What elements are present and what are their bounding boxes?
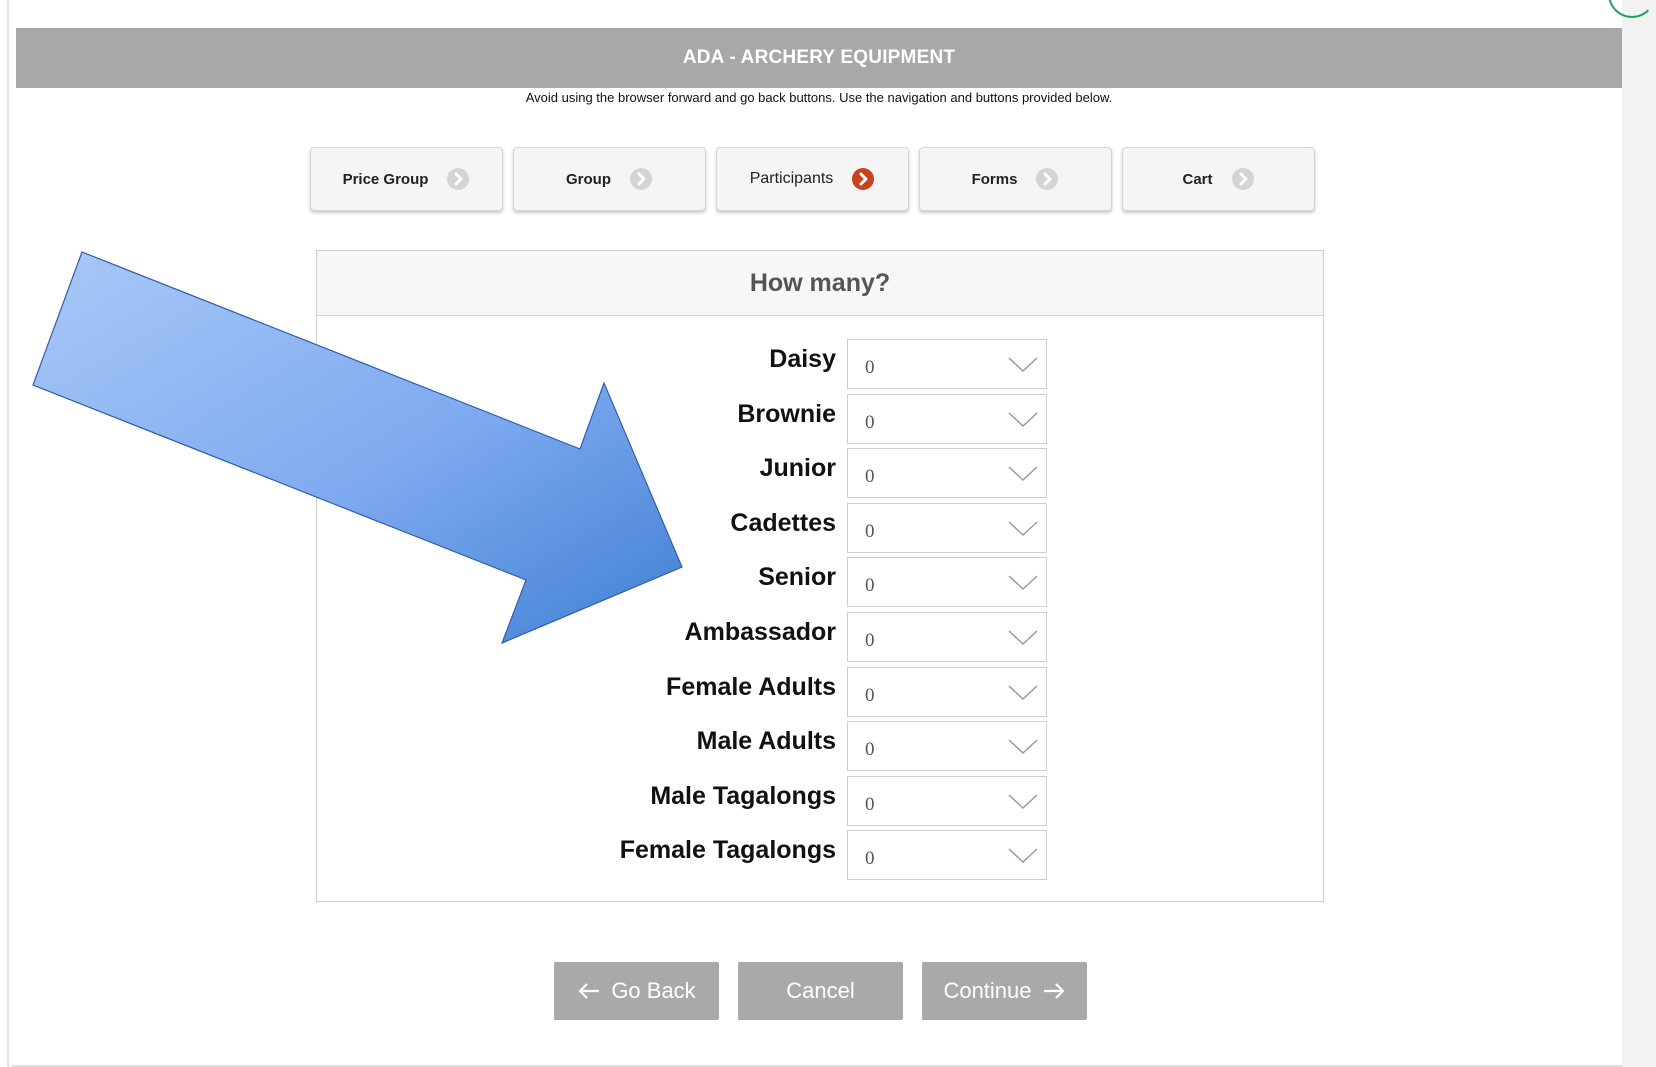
page-header: ADA - ARCHERY EQUIPMENT [16, 28, 1622, 88]
row-label: Male Adults [696, 727, 836, 756]
row-label: Senior [758, 563, 836, 592]
arrow-left-icon [578, 983, 600, 999]
go-back-label: Go Back [611, 978, 696, 1003]
quantity-select-senior[interactable]: 0 [847, 557, 1047, 608]
form-actions: Go Back Cancel Continue [554, 962, 1087, 1020]
step-label: Forms [971, 170, 1018, 188]
select-value: 0 [865, 520, 875, 542]
select-value: 0 [865, 629, 875, 651]
row-label: Ambassador [684, 617, 836, 646]
chevron-circle-right-icon [1036, 168, 1059, 190]
participant-row-cadettes: Cadettes 0 [317, 502, 1323, 558]
chevron-down-icon [1008, 685, 1038, 700]
chevron-circle-right-icon [447, 168, 470, 190]
row-label: Female Adults [666, 672, 836, 701]
quantity-select-junior[interactable]: 0 [847, 448, 1047, 499]
step-label: Price Group [342, 170, 429, 188]
step-price-group[interactable]: Price Group [310, 147, 503, 211]
step-cart[interactable]: Cart [1122, 147, 1315, 211]
participant-row-ambassador: Ambassador 0 [317, 611, 1323, 667]
step-label: Cart [1182, 170, 1213, 188]
chevron-circle-right-icon [630, 168, 652, 190]
step-participants[interactable]: Participants [716, 147, 909, 211]
quantity-select-ambassador[interactable]: 0 [847, 611, 1047, 662]
row-label: Cadettes [730, 508, 836, 537]
participant-rows: Daisy 0 Brownie 0 Junior 0 Cadettes 0 Se… [317, 339, 1323, 885]
continue-button[interactable]: Continue [922, 962, 1087, 1020]
participant-row-daisy: Daisy 0 [317, 339, 1323, 394]
participant-row-junior: Junior 0 [317, 448, 1323, 503]
cancel-label: Cancel [786, 978, 855, 1003]
participant-row-male-tagalongs: Male Tagalongs 0 [317, 775, 1323, 831]
chevron-down-icon [1008, 739, 1038, 755]
select-value: 0 [865, 684, 875, 706]
select-value: 0 [865, 575, 875, 597]
select-value: 0 [865, 848, 875, 870]
quantity-select-cadettes[interactable]: 0 [847, 502, 1047, 553]
participant-row-senior: Senior 0 [317, 557, 1323, 612]
quantity-panel: How many? Daisy 0 Brownie 0 Junior 0 Cad… [316, 250, 1324, 902]
right-scroll-gutter[interactable] [1622, 0, 1656, 1067]
chevron-down-icon [1008, 357, 1038, 373]
cancel-button[interactable]: Cancel [738, 962, 903, 1020]
select-value: 0 [865, 466, 875, 488]
participant-row-female-adults: Female Adults 0 [317, 666, 1323, 722]
quantity-select-daisy[interactable]: 0 [847, 339, 1047, 389]
quantity-select-female-tagalongs[interactable]: 0 [847, 830, 1047, 881]
participant-row-male-adults: Male Adults 0 [317, 721, 1323, 776]
select-value: 0 [865, 793, 875, 815]
quantity-select-female-adults[interactable]: 0 [847, 666, 1047, 717]
continue-label: Continue [943, 978, 1032, 1003]
chevron-down-icon [1008, 794, 1038, 809]
chevron-down-icon [1008, 630, 1038, 645]
select-value: 0 [865, 357, 875, 378]
participant-row-brownie: Brownie 0 [317, 393, 1323, 449]
chevron-circle-right-icon [852, 168, 875, 190]
go-back-button[interactable]: Go Back [554, 962, 719, 1020]
row-label: Female Tagalongs [619, 836, 836, 865]
page-title: ADA - ARCHERY EQUIPMENT [682, 47, 956, 68]
chevron-down-icon [1008, 412, 1038, 427]
chevron-circle-right-icon [1231, 168, 1254, 190]
row-label: Male Tagalongs [650, 781, 836, 810]
chevron-down-icon [1008, 466, 1038, 482]
step-navigation: Price Group Group Participants Forms Car… [310, 147, 1315, 211]
chevron-down-icon [1008, 848, 1038, 864]
select-value: 0 [865, 739, 875, 761]
step-forms[interactable]: Forms [919, 147, 1112, 211]
row-label: Junior [759, 454, 836, 483]
left-border [7, 0, 9, 1067]
step-label: Participants [749, 170, 834, 187]
row-label: Daisy [769, 345, 836, 373]
panel-title: How many? [317, 251, 1323, 316]
select-value: 0 [865, 411, 875, 433]
chevron-down-icon [1008, 521, 1038, 536]
participant-row-female-tagalongs: Female Tagalongs 0 [317, 830, 1323, 885]
quantity-select-male-adults[interactable]: 0 [847, 721, 1047, 772]
step-group[interactable]: Group [513, 147, 706, 211]
quantity-select-male-tagalongs[interactable]: 0 [847, 775, 1047, 826]
row-label: Brownie [737, 399, 836, 428]
chevron-down-icon [1008, 575, 1038, 591]
arrow-right-icon [1043, 983, 1065, 999]
navigation-notice: Avoid using the browser forward and go b… [525, 90, 1113, 105]
quantity-select-brownie[interactable]: 0 [847, 393, 1047, 444]
step-label: Group [566, 170, 611, 188]
